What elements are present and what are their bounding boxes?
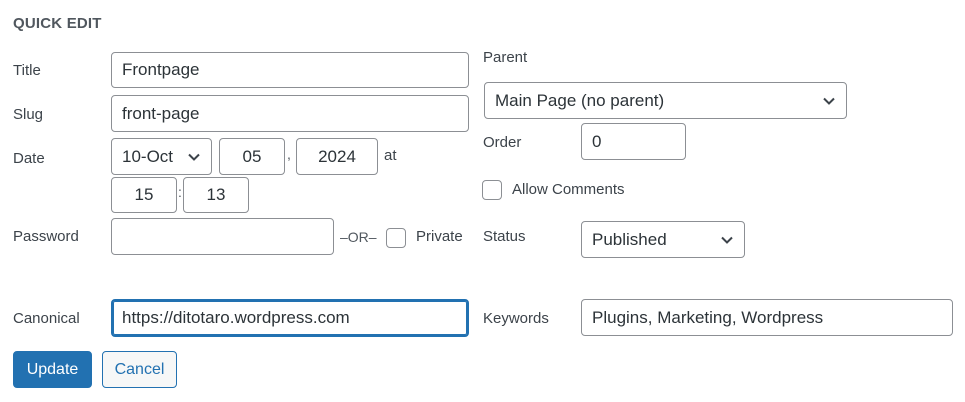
slug-input[interactable]: front-page [111,95,469,132]
month-select-value: 10-Oct [122,146,174,166]
chevron-down-icon [188,153,200,161]
slug-label: Slug [13,106,44,123]
cancel-button[interactable]: Cancel [102,351,177,388]
parent-label: Parent [483,49,528,66]
private-label: Private [416,228,463,245]
title-label: Title [13,62,41,79]
allow-comments-label: Allow Comments [512,181,625,198]
parent-select-value: Main Page (no parent) [495,90,665,110]
canonical-input[interactable]: https://ditotaro.wordpress.com [111,299,469,337]
update-button[interactable]: Update [13,351,92,388]
keywords-label: Keywords [483,310,549,327]
private-checkbox[interactable] [386,228,406,248]
chevron-down-icon [823,97,835,105]
day-input[interactable]: 05 [219,138,285,175]
password-label: Password [13,228,79,245]
chevron-down-icon [721,236,733,244]
at-label: at [384,147,397,164]
order-input[interactable]: 0 [581,123,686,160]
hour-input[interactable]: 15 [111,177,177,213]
canonical-label: Canonical [13,310,80,327]
title-input[interactable]: Frontpage [111,52,469,88]
keywords-input[interactable]: Plugins, Marketing, Wordpress [581,299,953,336]
time-separator: : [178,184,182,200]
order-label: Order [483,134,522,151]
quick-edit-heading: QUICK EDIT [13,15,102,32]
or-label: –OR– [340,229,377,245]
year-input[interactable]: 2024 [296,138,378,175]
status-select[interactable]: Published [581,221,745,258]
day-separator: , [287,146,291,162]
status-label: Status [483,228,526,245]
password-input[interactable] [111,218,334,255]
minute-input[interactable]: 13 [183,177,249,213]
month-select[interactable]: 10-Oct [111,138,212,175]
allow-comments-checkbox[interactable] [482,180,502,200]
date-label: Date [13,150,45,167]
status-select-value: Published [592,229,667,249]
parent-select[interactable]: Main Page (no parent) [484,82,847,119]
